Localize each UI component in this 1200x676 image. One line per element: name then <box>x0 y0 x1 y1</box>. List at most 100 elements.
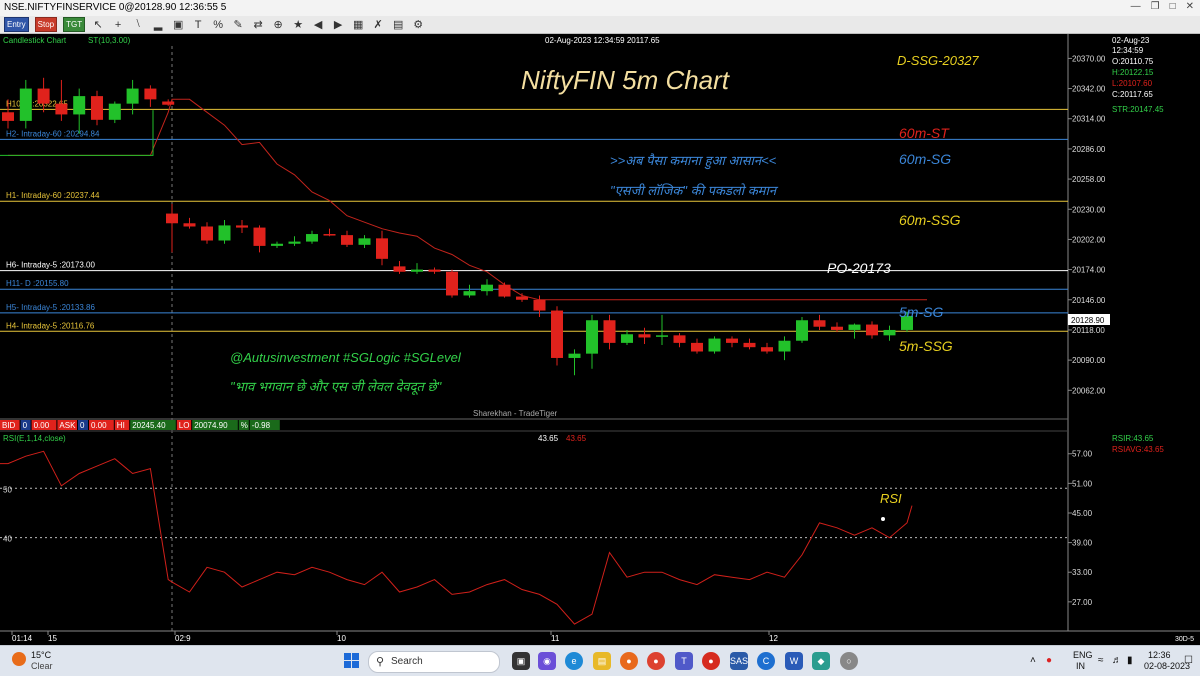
info-date: 02-Aug-23 <box>1112 36 1150 45</box>
back-icon[interactable]: ◀ <box>311 18 325 31</box>
candle-body <box>306 234 318 242</box>
meet-icon[interactable]: ◉ <box>538 652 556 670</box>
teams-icon[interactable]: T <box>675 652 693 670</box>
line-icon[interactable]: ⧵ <box>131 18 145 31</box>
candle-body <box>144 88 157 100</box>
candle-body <box>126 88 139 104</box>
tray-chevron-icon[interactable]: ˄ <box>1030 655 1036 666</box>
search-icon: ⚲ <box>376 656 385 668</box>
firefox-icon[interactable]: ● <box>620 652 638 670</box>
bid-cell-text: % <box>241 421 248 430</box>
rsi-level-label: 40 <box>3 535 12 544</box>
candle-body <box>883 329 896 336</box>
crosshair-icon[interactable]: + <box>111 19 125 31</box>
chart-canvas[interactable]: Candlestick Chart ST(10,3.00) 02-Aug-202… <box>0 34 1200 645</box>
zoom-icon[interactable]: ⊕ <box>271 18 285 31</box>
candle-body <box>288 241 301 244</box>
rsi-value-2: 43.65 <box>566 434 587 443</box>
edge-icon[interactable]: e <box>565 652 583 670</box>
candle-body <box>831 326 843 330</box>
price-tick-label: 20342.00 <box>1072 85 1106 94</box>
candle-body <box>2 112 14 121</box>
handle-text: @Autusinvestment #SGLogic #SGLevel <box>230 350 462 365</box>
time-tick-label: 02:9 <box>175 634 191 643</box>
forward-icon[interactable]: ▶ <box>331 18 345 31</box>
wifi-icon[interactable]: ≈ <box>1098 655 1104 666</box>
app-icon[interactable]: ◆ <box>812 652 830 670</box>
stop-button[interactable]: Stop <box>34 17 58 32</box>
candle-body <box>341 235 353 245</box>
entry-button[interactable]: Entry <box>4 17 29 32</box>
candle-body <box>376 238 388 259</box>
percent-icon[interactable]: % <box>211 19 225 31</box>
windows-start-icon[interactable] <box>344 653 360 669</box>
tradetiger-icon[interactable]: ● <box>702 652 720 670</box>
pencil-icon[interactable]: ✎ <box>231 18 245 31</box>
candle-body <box>218 225 231 241</box>
notification-icon[interactable]: ☐ <box>1184 655 1193 666</box>
word-icon[interactable]: W <box>785 652 803 670</box>
calc-icon[interactable]: ▦ <box>351 18 365 31</box>
price-tick-label: 20286.00 <box>1072 145 1106 154</box>
candle-body <box>603 320 616 343</box>
minimize-icon[interactable]: — <box>1131 1 1141 12</box>
search-box[interactable]: ⚲ Search <box>368 651 500 673</box>
battery-icon[interactable]: ▮ <box>1127 655 1133 666</box>
candle-body <box>428 269 441 272</box>
arrows-icon[interactable]: ⇄ <box>251 18 265 31</box>
explorer-icon[interactable]: ▤ <box>593 652 611 670</box>
delete-icon[interactable]: ✗ <box>371 18 385 31</box>
chart-icon[interactable]: ▤ <box>391 18 405 31</box>
candle-body <box>19 88 32 121</box>
bid-cell-text: 0 <box>80 421 85 430</box>
target-button[interactable]: TGT <box>63 17 86 32</box>
candle-body <box>162 101 175 105</box>
bid-cell-text: 0.00 <box>91 421 107 430</box>
time-tick-label: 11 <box>551 634 560 643</box>
candle-body <box>323 234 336 236</box>
candle-body <box>761 347 773 352</box>
info-high: H:20122.15 <box>1112 68 1154 77</box>
language[interactable]: ENG <box>1073 650 1093 660</box>
chart-type-label: Candlestick Chart <box>3 36 67 45</box>
info-close: C:20117.65 <box>1112 90 1153 99</box>
level-label: H4- Intraday-5 :20116.76 <box>6 321 95 330</box>
tray-app-icon[interactable]: ● <box>1046 655 1052 666</box>
chrome-icon[interactable]: ● <box>647 652 665 670</box>
level-label: H2- Intraday-60 :20294.84 <box>6 129 100 138</box>
taskbar: 15°C Clear ⚲ Search ▣ ◉ e ▤ ● ● T ● SAS … <box>0 645 1200 676</box>
candle-body <box>393 266 406 272</box>
candle-body <box>691 342 703 352</box>
level-label: H5- Intraday-5 :20133.86 <box>6 303 95 312</box>
candle-body <box>743 342 756 348</box>
task-view-icon[interactable]: ▣ <box>512 652 530 670</box>
hindi-line-1: >>अब पैसा कमाना हुआ आसान<< <box>610 153 777 170</box>
volume-icon[interactable]: ♬ <box>1112 655 1122 666</box>
star-icon[interactable]: ★ <box>291 18 305 31</box>
candle-body <box>498 284 511 297</box>
60m-st-label: 60m-ST <box>899 125 950 141</box>
weather-icon[interactable] <box>12 652 26 666</box>
weather-text: Clear <box>31 661 53 671</box>
rsi-value-1: 43.65 <box>538 434 559 443</box>
candle-body <box>708 338 721 352</box>
close-icon[interactable]: ✕ <box>1186 1 1194 12</box>
trend-icon[interactable]: ▂ <box>151 18 165 31</box>
restore-icon[interactable]: ❐ <box>1151 1 1160 12</box>
sas-icon[interactable]: SAS <box>730 652 748 670</box>
cube-icon[interactable]: ▣ <box>171 18 185 31</box>
text-icon[interactable]: T <box>191 19 205 31</box>
window-controls: — ❐ □ ✕ <box>1131 1 1194 12</box>
settings-icon[interactable]: ⚙ <box>411 18 425 31</box>
bid-cell-text: BID <box>2 421 16 430</box>
candle <box>498 282 511 298</box>
maximize-icon[interactable]: □ <box>1170 1 1176 12</box>
candle-body <box>568 353 581 358</box>
candle-body <box>778 340 791 352</box>
misc-icon[interactable]: ○ <box>840 652 858 670</box>
rsiavg-label: RSIAVG:43.65 <box>1112 445 1164 454</box>
candle-body <box>673 335 686 343</box>
cursor-icon[interactable]: ↖ <box>91 18 105 31</box>
browser-icon[interactable]: C <box>757 652 775 670</box>
candle-body <box>166 213 178 224</box>
